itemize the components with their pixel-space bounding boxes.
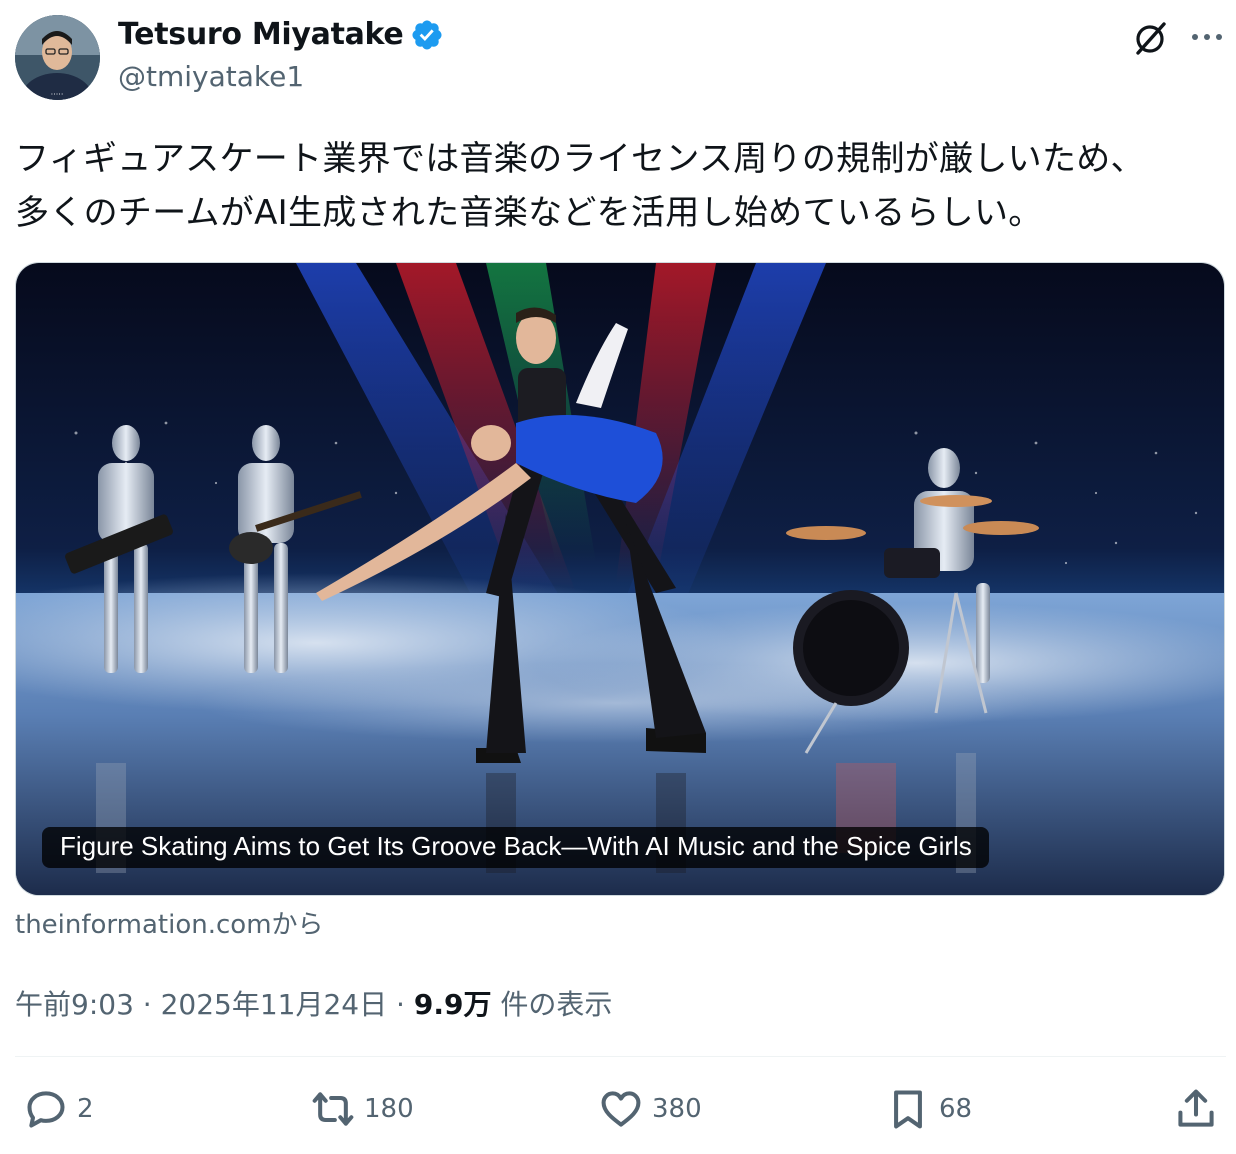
like-count: 380	[652, 1094, 702, 1124]
card-title: Figure Skating Aims to Get Its Groove Ba…	[42, 827, 989, 868]
author-handle[interactable]: @tmiyatake1	[118, 60, 304, 93]
card-source-link[interactable]: theinformation.comから	[15, 904, 324, 941]
svg-text:·····: ·····	[51, 90, 64, 99]
bookmark-count: 68	[939, 1094, 973, 1124]
tweet-time[interactable]: 午前9:03	[15, 988, 134, 1021]
repost-count: 180	[364, 1094, 414, 1124]
author-name-row[interactable]: Tetsuro Miyatake	[118, 16, 444, 52]
meta-separator: ·	[142, 988, 152, 1021]
link-card[interactable]: Figure Skating Aims to Get Its Groove Ba…	[15, 262, 1225, 896]
tweet-text-line: 多くのチームがAI生成された音楽などを活用し始めているらしい。	[15, 193, 1043, 233]
avatar[interactable]: ·····	[15, 15, 100, 100]
heart-icon	[601, 1091, 641, 1127]
tweet-date[interactable]: 2025年11月24日	[161, 988, 388, 1021]
repost-icon	[312, 1092, 354, 1126]
share-button[interactable]	[1174, 1086, 1218, 1132]
verified-badge-icon	[412, 20, 442, 50]
like-button[interactable]: 380	[599, 1086, 702, 1132]
grok-icon[interactable]	[1131, 18, 1171, 58]
reply-icon	[27, 1091, 65, 1128]
author-display-name[interactable]: Tetsuro Miyatake	[118, 17, 404, 52]
tweet-text: フィギュアスケート業界では音楽のライセンス周りの規制が厳しいため、 多くのチーム…	[15, 132, 1225, 240]
tweet-text-line: フィギュアスケート業界では音楽のライセンス周りの規制が厳しいため、	[15, 139, 1145, 179]
repost-button[interactable]: 180	[311, 1086, 414, 1132]
reply-button[interactable]: 2	[24, 1086, 94, 1132]
more-options-icon[interactable]	[1187, 17, 1227, 57]
share-icon	[1178, 1089, 1214, 1127]
reply-count: 2	[77, 1094, 94, 1124]
bookmark-button[interactable]: 68	[886, 1086, 972, 1132]
views-count: 9.9万	[413, 988, 492, 1021]
tweet-meta: 午前9:03 · 2025年11月24日 · 9.9万 件の表示	[15, 983, 612, 1023]
bookmark-icon	[894, 1090, 922, 1129]
figure-skaters-with-robot-band-image	[16, 263, 1224, 895]
views-label: 件の表示	[500, 988, 613, 1021]
meta-separator: ·	[396, 988, 405, 1021]
divider	[15, 1056, 1226, 1057]
